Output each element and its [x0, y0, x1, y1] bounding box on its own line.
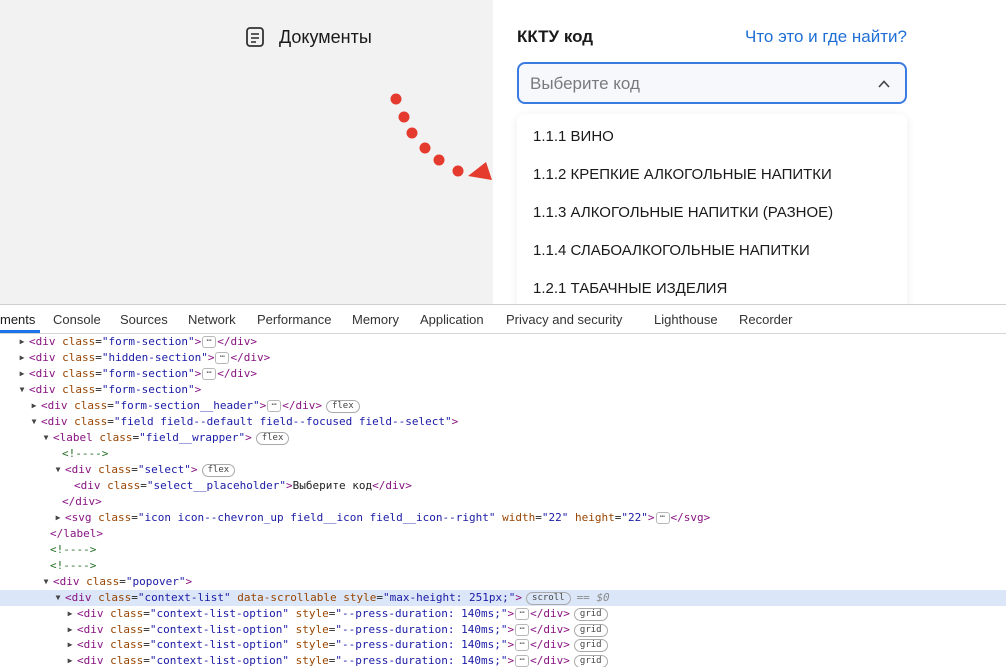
collapse-triangle-icon[interactable]: ▼	[42, 574, 50, 590]
collapsed-content-button[interactable]: ⋯	[515, 624, 529, 636]
dom-node-row[interactable]: ▶ <div class="form-section__header">⋯</d…	[0, 398, 1006, 414]
grid-badge[interactable]: grid	[574, 655, 608, 667]
dom-node-row[interactable]: ▶ <div class="context-list-option" style…	[0, 622, 1006, 638]
dom-node-row[interactable]: <!---->	[0, 558, 1006, 574]
expand-triangle-icon[interactable]: ▶	[66, 637, 74, 653]
help-link[interactable]: Что это и где найти?	[745, 27, 907, 47]
dom-node-row[interactable]: ▶ <div class="context-list-option" style…	[0, 606, 1006, 622]
dom-node-row[interactable]: ▼ <div class="select">flex	[0, 462, 1006, 478]
grid-badge[interactable]: grid	[574, 608, 608, 621]
collapsed-content-button[interactable]: ⋯	[515, 655, 529, 667]
dom-node-row[interactable]: ▶ <div class="form-section">⋯</div>	[0, 366, 1006, 382]
grid-badge[interactable]: grid	[574, 624, 608, 637]
select-placeholder: Выберите код	[530, 74, 640, 94]
expand-triangle-icon[interactable]: ▶	[18, 350, 26, 366]
app-viewport: Документы ККТУ код Что это и где найти? …	[0, 0, 1006, 304]
collapsed-content-button[interactable]: ⋯	[215, 352, 229, 364]
collapsed-content-button[interactable]: ⋯	[267, 400, 281, 412]
collapse-triangle-icon[interactable]: ▼	[30, 414, 38, 430]
collapse-triangle-icon[interactable]: ▼	[18, 382, 26, 398]
scroll-badge[interactable]: scroll	[526, 592, 571, 605]
dom-node-row[interactable]: <div class="select__placeholder">Выберит…	[0, 478, 1006, 494]
expand-triangle-icon[interactable]: ▶	[66, 653, 74, 667]
flex-badge[interactable]: flex	[256, 432, 290, 445]
collapsed-content-button[interactable]: ⋯	[515, 639, 529, 651]
collapse-triangle-icon[interactable]: ▼	[54, 462, 62, 478]
chevron-up-icon	[877, 77, 891, 91]
expand-triangle-icon[interactable]: ▶	[66, 606, 74, 622]
flex-badge[interactable]: flex	[326, 400, 360, 413]
expand-triangle-icon[interactable]: ▶	[18, 334, 26, 350]
tab-console[interactable]: Console	[53, 312, 101, 327]
option-1-1-1[interactable]: 1.1.1 ВИНО	[533, 128, 614, 145]
expand-triangle-icon[interactable]: ▶	[54, 510, 62, 526]
tab-elements[interactable]: ments	[0, 312, 35, 327]
flex-badge[interactable]: flex	[202, 464, 236, 477]
dom-node-row[interactable]: ▼ <div class="field field--default field…	[0, 414, 1006, 430]
tab-performance[interactable]: Performance	[257, 312, 331, 327]
dom-node-row[interactable]: ▶ <div class="form-section">⋯</div>	[0, 334, 1006, 350]
dom-node-row[interactable]: ▶ <div class="context-list-option" style…	[0, 653, 1006, 667]
documents-label: Документы	[279, 27, 372, 48]
dom-node-row[interactable]: <!---->	[0, 542, 1006, 558]
document-icon	[245, 26, 265, 48]
option-1-1-2[interactable]: 1.1.2 КРЕПКИЕ АЛКОГОЛЬНЫЕ НАПИТКИ	[533, 166, 832, 183]
tab-network[interactable]: Network	[188, 312, 236, 327]
dom-tree: ▶ <div class="form-section">⋯</div> ▶ <d…	[0, 334, 1006, 667]
expand-triangle-icon[interactable]: ▶	[18, 366, 26, 382]
collapsed-content-button[interactable]: ⋯	[202, 368, 216, 380]
dom-node-row-selected[interactable]: ▼ <div class="context-list" data-scrolla…	[0, 590, 1006, 606]
active-tab-indicator	[0, 330, 40, 333]
dom-node-row[interactable]: </label>	[0, 526, 1006, 542]
collapsed-content-button[interactable]: ⋯	[656, 512, 670, 524]
dom-node-row[interactable]: <!---->	[0, 446, 1006, 462]
collapsed-content-button[interactable]: ⋯	[202, 336, 216, 348]
red-arrow-annotation	[380, 84, 510, 204]
option-1-2-1[interactable]: 1.2.1 ТАБАЧНЫЕ ИЗДЕЛИЯ	[533, 280, 727, 297]
dom-node-row[interactable]: ▶ <div class="hidden-section">⋯</div>	[0, 350, 1006, 366]
code-select[interactable]: Выберите код	[517, 62, 907, 104]
tab-lighthouse[interactable]: Lighthouse	[654, 312, 718, 327]
collapse-triangle-icon[interactable]: ▼	[54, 590, 62, 606]
right-panel: ККТУ код Что это и где найти? Выберите к…	[493, 0, 1006, 304]
dom-node-row[interactable]: ▶ <div class="context-list-option" style…	[0, 637, 1006, 653]
expand-triangle-icon[interactable]: ▶	[66, 622, 74, 638]
dom-node-row[interactable]: ▼ <div class="popover">	[0, 574, 1006, 590]
dom-node-row[interactable]: ▼ <label class="field__wrapper">flex	[0, 430, 1006, 446]
devtools-panel: ments Console Sources Network Performanc…	[0, 304, 1006, 667]
tab-privacy-security[interactable]: Privacy and security	[506, 312, 622, 327]
field-title: ККТУ код	[517, 27, 593, 47]
left-panel: Документы	[0, 0, 493, 304]
tab-memory[interactable]: Memory	[352, 312, 399, 327]
grid-badge[interactable]: grid	[574, 639, 608, 652]
option-1-1-4[interactable]: 1.1.4 СЛАБОАЛКОГОЛЬНЫЕ НАПИТКИ	[533, 242, 810, 259]
collapsed-content-button[interactable]: ⋯	[515, 608, 529, 620]
dom-node-row[interactable]: ▶ <svg class="icon icon--chevron_up fiel…	[0, 510, 1006, 526]
dom-node-row[interactable]: </div>	[0, 494, 1006, 510]
option-1-1-3[interactable]: 1.1.3 АЛКОГОЛЬНЫЕ НАПИТКИ (РАЗНОЕ)	[533, 204, 833, 221]
dom-node-row[interactable]: ▼ <div class="form-section">	[0, 382, 1006, 398]
tab-recorder[interactable]: Recorder	[739, 312, 792, 327]
devtools-tabbar: ments Console Sources Network Performanc…	[0, 305, 1006, 334]
selected-node-marker: == $0	[577, 591, 610, 604]
documents-link[interactable]: Документы	[245, 26, 372, 48]
tab-sources[interactable]: Sources	[120, 312, 168, 327]
collapse-triangle-icon[interactable]: ▼	[42, 430, 50, 446]
options-popover: 1.1.1 ВИНО 1.1.2 КРЕПКИЕ АЛКОГОЛЬНЫЕ НАП…	[517, 114, 907, 304]
tab-application[interactable]: Application	[420, 312, 484, 327]
expand-triangle-icon[interactable]: ▶	[30, 398, 38, 414]
